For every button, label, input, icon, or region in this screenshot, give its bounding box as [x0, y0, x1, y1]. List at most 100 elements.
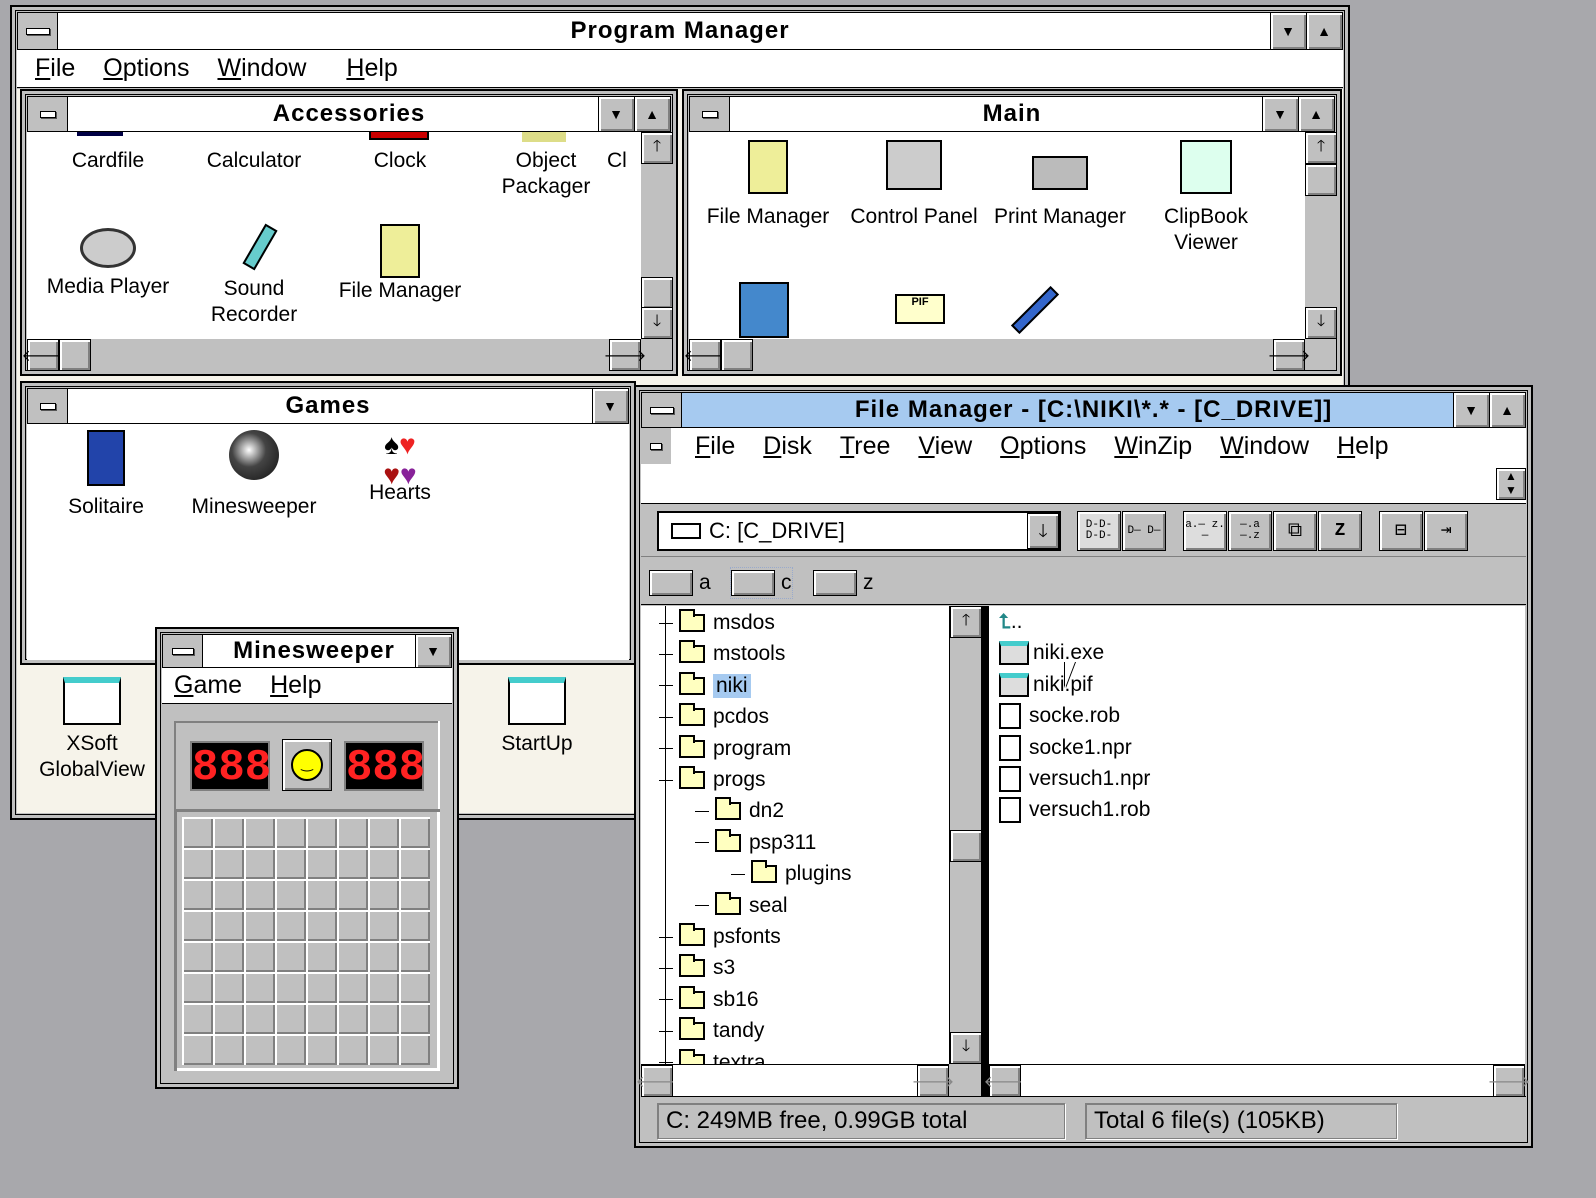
icon-clipboard-partial[interactable]: Cl	[607, 148, 641, 174]
mine-cell[interactable]	[182, 972, 213, 1003]
menu-game[interactable]: Game	[174, 671, 242, 700]
vertical-scrollbar[interactable]: 🡑 🡓	[641, 132, 675, 339]
mine-cell[interactable]	[399, 910, 430, 941]
tree-item-pcdos[interactable]: pcdos	[659, 703, 769, 731]
toolbar-copy-button[interactable]: ⧉	[1273, 511, 1317, 551]
menu-scroll-button[interactable]: ▲ ▼	[1496, 468, 1526, 500]
mine-cell[interactable]	[182, 848, 213, 879]
mine-cell[interactable]	[337, 941, 368, 972]
mine-cell[interactable]	[182, 879, 213, 910]
computer-icon[interactable]	[739, 282, 789, 338]
drive-c[interactable]: c	[730, 567, 793, 599]
system-menu-button[interactable]	[28, 97, 68, 131]
menu-file[interactable]: File	[35, 54, 75, 83]
mine-cell[interactable]	[306, 941, 337, 972]
group-icon-xsoft-globalview[interactable]: XSoft GlobalView	[17, 677, 167, 783]
mine-cell[interactable]	[213, 941, 244, 972]
mine-cell[interactable]	[306, 879, 337, 910]
tree-item-seal[interactable]: seal	[695, 891, 788, 920]
toolbar-sort-asc-button[interactable]: a.— z.—	[1183, 511, 1227, 551]
mine-cell[interactable]	[337, 1034, 368, 1065]
tree-item-mstools[interactable]: mstools	[659, 640, 785, 668]
mine-cell[interactable]	[399, 879, 430, 910]
menu-window[interactable]: Window	[1220, 432, 1309, 461]
accessories-titlebar[interactable]: Accessories ▼ ▲	[27, 96, 671, 132]
scroll-down-button[interactable]: 🡓	[1305, 307, 1337, 339]
tree-item-tandy[interactable]: tandy	[659, 1017, 764, 1045]
pif-tag-icon[interactable]: PIF	[895, 294, 945, 324]
scroll-right-button[interactable]: 🡒	[1488, 1065, 1530, 1097]
scroll-right-button[interactable]: 🡒	[912, 1065, 954, 1097]
tree-horizontal-scrollbar[interactable]: 🡐 🡒	[636, 1064, 954, 1097]
mine-cell[interactable]	[337, 972, 368, 1003]
minimize-button[interactable]: ▼	[1270, 13, 1306, 49]
minimize-button[interactable]: ▼	[1262, 97, 1298, 131]
mine-cell[interactable]	[213, 1003, 244, 1034]
mine-cell[interactable]	[368, 879, 399, 910]
minimize-button[interactable]: ▼	[1453, 393, 1489, 427]
icon-object-packager[interactable]: Object Packager	[471, 148, 621, 200]
mine-cell[interactable]	[306, 1003, 337, 1034]
tree-item-dn2[interactable]: dn2	[695, 797, 784, 825]
mine-cell[interactable]	[275, 910, 306, 941]
mine-cell[interactable]	[368, 817, 399, 848]
mine-cell[interactable]	[337, 817, 368, 848]
mine-cell[interactable]	[275, 972, 306, 1003]
program-manager-titlebar[interactable]: Program Manager ▼ ▲	[17, 12, 1343, 50]
icon-control-panel[interactable]: Control Panel	[839, 140, 989, 230]
file-item[interactable]: ⮤..	[999, 608, 1022, 636]
scroll-left-button[interactable]: 🡐	[22, 339, 64, 371]
mine-cell[interactable]	[399, 1034, 430, 1065]
scroll-up-button[interactable]: 🡑	[1305, 132, 1337, 164]
group-icon-startup[interactable]: StartUp	[462, 677, 612, 757]
mine-cell[interactable]	[337, 879, 368, 910]
games-titlebar[interactable]: Games ▼	[27, 388, 629, 424]
icon-clipbook-viewer[interactable]: ClipBook Viewer	[1131, 140, 1281, 256]
mine-cell[interactable]	[244, 972, 275, 1003]
icon-calculator[interactable]: Calculator	[179, 148, 329, 174]
mine-cell[interactable]	[399, 848, 430, 879]
mine-cell[interactable]	[399, 941, 430, 972]
icon-hearts[interactable]: ♠♥ ♥♥ Hearts	[325, 430, 475, 506]
toolbar-connect-drive-button[interactable]: ⊟	[1379, 511, 1423, 551]
tree-item-plugins[interactable]: plugins	[731, 860, 852, 888]
menu-view[interactable]: View	[918, 432, 972, 461]
directory-tree-pane[interactable]: msdos mstools niki pcdos program progs dn2 psp3…	[641, 606, 949, 1064]
drive-select[interactable]: C: [C_DRIVE] 🡓	[657, 511, 1061, 551]
mine-cell[interactable]	[213, 879, 244, 910]
file-manager-titlebar[interactable]: File Manager - [C:\NIKI\*.* - [C_DRIVE]]…	[641, 392, 1526, 428]
mine-cell[interactable]	[213, 1034, 244, 1065]
minimize-button[interactable]: ▼	[592, 389, 628, 423]
scroll-up-button[interactable]: 🡑	[950, 606, 982, 638]
mine-cell[interactable]	[399, 817, 430, 848]
scroll-thumb[interactable]	[721, 339, 753, 371]
maximize-button[interactable]: ▲	[1298, 97, 1334, 131]
mine-cell[interactable]	[306, 972, 337, 1003]
vertical-scrollbar[interactable]: 🡑 🡓	[1305, 132, 1339, 339]
scroll-thumb[interactable]	[950, 830, 982, 862]
icon-solitaire[interactable]: Solitaire	[31, 430, 181, 520]
mine-cell[interactable]	[182, 910, 213, 941]
tree-item-s3[interactable]: s3	[659, 954, 735, 982]
icon-cardfile[interactable]: Cardfile	[33, 148, 183, 174]
menu-help[interactable]: Help	[270, 671, 321, 700]
mine-cell[interactable]	[275, 1003, 306, 1034]
menu-options[interactable]: Options	[103, 54, 189, 83]
minesweeper-titlebar[interactable]: Minesweeper ▼	[162, 634, 452, 668]
maximize-button[interactable]: ▲	[1489, 393, 1525, 427]
mine-cell[interactable]	[337, 848, 368, 879]
system-menu-button[interactable]	[642, 393, 682, 427]
mine-cell[interactable]	[368, 1003, 399, 1034]
tree-item-progs[interactable]: progs	[659, 766, 766, 794]
mine-cell[interactable]	[368, 972, 399, 1003]
smiley-button[interactable]: ‿	[282, 739, 332, 791]
minimize-button[interactable]: ▼	[415, 635, 451, 667]
mine-cell[interactable]	[275, 817, 306, 848]
menu-help[interactable]: Help	[1337, 432, 1388, 461]
menu-help[interactable]: Help	[346, 54, 397, 83]
mine-cell[interactable]	[368, 1034, 399, 1065]
mine-cell[interactable]	[213, 972, 244, 1003]
file-horizontal-scrollbar[interactable]: 🡐 🡒	[984, 1064, 1530, 1097]
drive-z[interactable]: z	[813, 568, 874, 598]
mine-cell[interactable]	[368, 941, 399, 972]
